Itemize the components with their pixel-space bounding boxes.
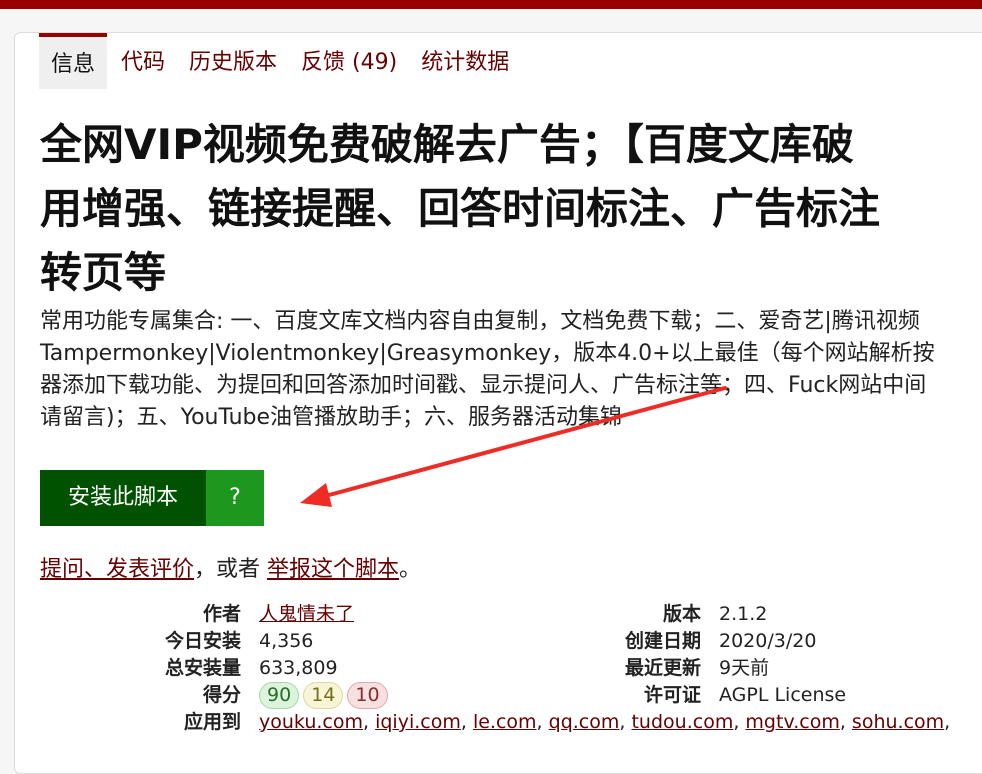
created-label: 创建日期: [624, 630, 701, 652]
list-separator: ,: [460, 711, 473, 733]
applies-to-link[interactable]: le.com: [473, 711, 537, 733]
list-separator: ,: [536, 711, 549, 733]
applies-to-link[interactable]: iqiyi.com: [375, 711, 461, 733]
install-help-button[interactable]: ?: [206, 470, 264, 526]
meta-values-right: 2.1.2 2020/3/20 9天前 AGPL License: [719, 601, 979, 709]
install-button-group: 安装此脚本 ?: [40, 470, 264, 526]
script-description: 常用功能专属集合: 一、百度文库文档内容自由复制，文档免费下载；二、爱奇艺|腾讯…: [40, 306, 982, 434]
description-line: 请留言)；五、YouTube油管播放助手；六、服务器活动集锦: [40, 405, 623, 430]
applies-to-label: 应用到: [183, 711, 241, 733]
applies-to-link[interactable]: mgtv.com: [745, 711, 839, 733]
install-script-button[interactable]: 安装此脚本: [40, 470, 206, 526]
updated-value: 9天前: [719, 657, 770, 679]
list-separator: ,: [619, 711, 632, 733]
title-line: 用增强、链接提醒、回答时间标注、广告标注: [40, 184, 881, 233]
top-brand-bar: [0, 0, 982, 9]
list-separator: ,: [363, 711, 376, 733]
tab-history[interactable]: 历史版本: [177, 33, 289, 89]
applies-to-link[interactable]: sohu.com: [852, 711, 944, 733]
description-line: Tampermonkey|Violentmonkey|Greasymonkey，…: [40, 341, 935, 366]
tab-code[interactable]: 代码: [109, 33, 177, 89]
list-separator: ,: [733, 711, 746, 733]
title-line: 转页等: [40, 248, 167, 297]
feedback-period: 。: [399, 557, 422, 582]
applies-to-link[interactable]: qq.com: [549, 711, 620, 733]
feedback-links: 提问、发表评价，或者 举报这个脚本。: [40, 551, 421, 583]
ask-review-link[interactable]: 提问、发表评价: [40, 557, 194, 582]
tab-info[interactable]: 信息: [39, 33, 108, 89]
meta-labels-right: 版本 创建日期 最近更新 许可证: [15, 601, 701, 709]
version-value: 2.1.2: [719, 603, 768, 625]
created-value: 2020/3/20: [719, 630, 817, 652]
feedback-text: ，或者: [194, 557, 268, 582]
applies-to-link[interactable]: youku.com: [259, 711, 363, 733]
tab-feedback[interactable]: 反馈 (49): [289, 33, 409, 89]
script-tabs: 信息 代码 历史版本 反馈 (49) 统计数据: [39, 33, 521, 89]
script-info-card: 信息 代码 历史版本 反馈 (49) 统计数据 全网VIP视频免费破解去广告；【…: [14, 32, 982, 774]
applies-to-link[interactable]: tudou.com: [631, 711, 733, 733]
script-title: 全网VIP视频免费破解去广告；【百度文库破 用增强、链接提醒、回答时间标注、广告…: [40, 113, 982, 305]
applies-to-list: youku.com, iqiyi.com, le.com, qq.com, tu…: [259, 709, 950, 736]
list-separator: ,: [944, 711, 951, 733]
license-value: AGPL License: [719, 684, 847, 706]
updated-label: 最近更新: [624, 657, 701, 679]
description-line: 器添加下载功能、为提回和回答添加时间戳、显示提问人、广告标注等；四、Fuck网站…: [40, 373, 927, 398]
license-label: 许可证: [643, 684, 701, 706]
version-label: 版本: [662, 603, 701, 625]
description-line: 常用功能专属集合: 一、百度文库文档内容自由复制，文档免费下载；二、爱奇艺|腾讯…: [40, 309, 920, 334]
title-line: 全网VIP视频免费破解去广告；【百度文库破: [40, 120, 854, 169]
report-script-link[interactable]: 举报这个脚本: [267, 557, 399, 582]
list-separator: ,: [839, 711, 852, 733]
tab-stats[interactable]: 统计数据: [409, 33, 521, 89]
